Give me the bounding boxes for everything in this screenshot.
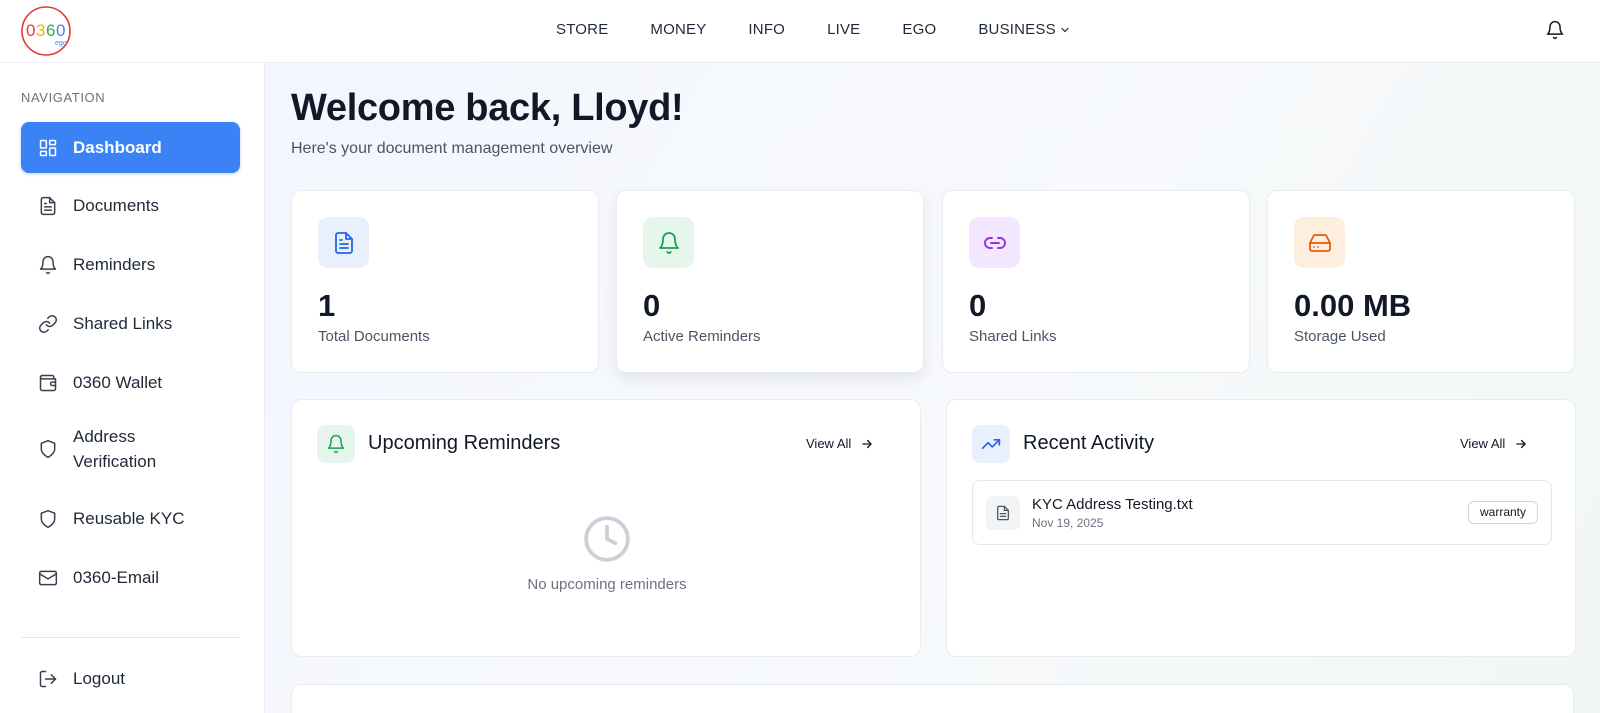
panel-title: Recent Activity	[1023, 432, 1155, 454]
chevron-down-icon	[1061, 27, 1069, 32]
svg-text:0: 0	[56, 21, 65, 40]
stat-card-total-documents[interactable]: 1 Total Documents	[291, 190, 599, 373]
dashboard-icon	[39, 139, 57, 156]
logout-button[interactable]: Logout	[21, 653, 240, 704]
sidebar-item-shared-links[interactable]: Shared Links	[21, 298, 240, 349]
document-icon	[997, 505, 1009, 521]
shield-icon	[40, 509, 56, 528]
topnav-info-label: INFO	[748, 21, 786, 38]
svg-text:3: 3	[36, 21, 45, 40]
sidebar-item-address-verification[interactable]: Address Verification	[21, 417, 240, 481]
stat-card-storage-used[interactable]: 0.00 MB Storage Used	[1267, 190, 1575, 373]
bell-icon	[327, 434, 345, 454]
activity-icon-box	[986, 496, 1020, 530]
topnav-info[interactable]: INFO	[748, 21, 785, 38]
notifications-bell-icon[interactable]	[1545, 20, 1565, 40]
svg-text:6: 6	[46, 21, 55, 40]
bottom-card	[291, 684, 1574, 713]
brand-logo[interactable]: 0 3 6 0 ego	[20, 4, 74, 56]
document-icon	[334, 231, 353, 254]
shield-icon	[40, 439, 56, 459]
main-content: Welcome back, Lloyd! Here's your documen…	[265, 63, 1600, 713]
upcoming-reminders-panel: Upcoming Reminders View All No upcoming …	[291, 399, 921, 657]
sidebar-item-label: Address Verification	[73, 427, 157, 471]
logout-icon	[39, 670, 57, 687]
stat-card-active-reminders[interactable]: 0 Active Reminders	[616, 190, 924, 373]
panel-icon-box	[317, 425, 355, 463]
sidebar-divider	[21, 637, 240, 638]
stat-value: 0.00 MB	[1294, 288, 1412, 323]
sidebar-item-label: 0360-Email	[73, 568, 159, 587]
topnav-live[interactable]: LIVE	[827, 21, 860, 38]
svg-text:ego: ego	[55, 40, 67, 47]
reminders-view-all-button[interactable]: View All	[806, 436, 874, 451]
stat-icon-box	[1294, 217, 1345, 268]
link-icon	[983, 236, 1006, 249]
sidebar-item-label: Dashboard	[73, 138, 162, 157]
activity-view-all-button[interactable]: View All	[1460, 436, 1528, 451]
stat-value: 0	[969, 288, 987, 323]
arrow-right-icon	[1516, 439, 1527, 448]
topnav-money-label: MONEY	[650, 21, 707, 38]
panel-icon-box	[972, 425, 1010, 463]
topnav-live-label: LIVE	[827, 21, 861, 38]
sidebar-item-wallet[interactable]: 0360 Wallet	[21, 357, 240, 408]
top-nav: STORE MONEY INFO LIVE EGO BUSINESS	[556, 21, 1070, 38]
logout-label: Logout	[73, 669, 125, 688]
topnav-money[interactable]: MONEY	[650, 21, 706, 38]
sidebar-item-email[interactable]: 0360-Email	[21, 552, 240, 603]
empty-state-text: No upcoming reminders	[527, 576, 687, 593]
stat-label: Storage Used	[1294, 328, 1386, 345]
sidebar-item-label: 0360 Wallet	[73, 373, 163, 392]
stat-value: 0	[643, 288, 661, 323]
sidebar-item-label: Shared Links	[73, 314, 173, 333]
activity-tag-badge: warranty	[1467, 501, 1538, 524]
sidebar-heading: NAVIGATION	[21, 90, 106, 105]
sidebar-item-reusable-kyc[interactable]: Reusable KYC	[21, 493, 240, 544]
view-all-label: View All	[1460, 436, 1506, 451]
bell-icon	[39, 255, 57, 274]
svg-text:0: 0	[26, 21, 35, 40]
stat-icon-box	[643, 217, 694, 268]
mail-icon	[38, 570, 58, 585]
topnav-store[interactable]: STORE	[556, 21, 608, 38]
stat-label: Active Reminders	[643, 328, 761, 345]
trending-up-icon	[981, 439, 1001, 449]
view-all-label: View All	[806, 436, 852, 451]
bell-icon	[658, 231, 679, 254]
hard-drive-icon	[1308, 233, 1331, 252]
recent-activity-panel: Recent Activity View All KYC Address Tes…	[946, 399, 1576, 657]
sidebar-item-label: Reminders	[73, 255, 156, 274]
sidebar-item-label: Reusable KYC	[73, 509, 185, 528]
topnav-business-label: BUSINESS	[978, 21, 1056, 38]
sidebar: NAVIGATION Dashboard Documents Reminders…	[0, 63, 265, 713]
wallet-icon	[39, 374, 57, 391]
sidebar-item-dashboard[interactable]: Dashboard	[21, 122, 240, 173]
topnav-ego[interactable]: EGO	[902, 21, 936, 38]
sidebar-item-documents[interactable]: Documents	[21, 180, 240, 231]
topnav-ego-label: EGO	[902, 21, 937, 38]
stat-icon-box	[318, 217, 369, 268]
arrow-right-icon	[862, 439, 873, 448]
topnav-business[interactable]: BUSINESS	[978, 21, 1069, 38]
clock-icon	[584, 516, 630, 562]
page-subtitle: Here's your document management overview	[291, 140, 613, 157]
activity-date: Nov 19, 2025	[1032, 516, 1104, 530]
stat-value: 1	[318, 288, 336, 323]
panel-title: Upcoming Reminders	[368, 432, 561, 454]
top-bar: 0 3 6 0 ego STORE MONEY INFO LIVE EGO BU…	[0, 0, 1600, 63]
sidebar-item-label: Documents	[73, 196, 159, 215]
activity-item[interactable]: KYC Address Testing.txt Nov 19, 2025 war…	[972, 480, 1552, 545]
stat-icon-box	[969, 217, 1020, 268]
stat-label: Shared Links	[969, 328, 1057, 345]
sidebar-item-reminders[interactable]: Reminders	[21, 239, 240, 290]
activity-file-name: KYC Address Testing.txt	[1032, 496, 1193, 513]
stat-label: Total Documents	[318, 328, 430, 345]
link-icon	[38, 314, 58, 333]
topnav-store-label: STORE	[556, 21, 609, 38]
page-title: Welcome back, Lloyd!	[291, 87, 684, 129]
stat-card-shared-links[interactable]: 0 Shared Links	[942, 190, 1250, 373]
document-icon	[40, 196, 56, 215]
